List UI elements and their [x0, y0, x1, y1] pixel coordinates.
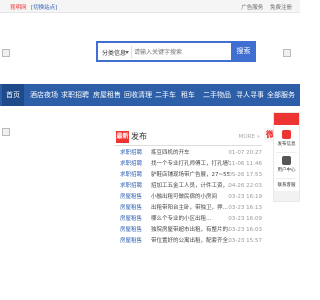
post-title[interactable]: 带位置好的公寓出租，配套齐全…: [151, 236, 229, 247]
top-bar: 昆明网 [切换站点] 广告服务 免费注册: [0, 0, 300, 13]
post-title[interactable]: 哪么个专业的小区出租…: [151, 214, 229, 225]
post-row[interactable]: 房屋租售 出租带阳台主卧，带独卫，押… 03-23 16:13: [114, 203, 262, 214]
top-links: 广告服务 免费注册: [236, 3, 292, 11]
nav-item-car-rental[interactable]: 租车: [181, 84, 195, 106]
post-category[interactable]: 房屋租售: [120, 214, 142, 225]
nav-home[interactable]: 首页: [2, 84, 24, 106]
panel-title: 发布: [131, 132, 147, 141]
post-category[interactable]: 房屋租售: [120, 225, 142, 236]
post-category[interactable]: 求职招聘: [120, 159, 142, 170]
post-row[interactable]: 房屋租售 带位置好的公寓出租，配套齐全… 03-23 15:57: [114, 236, 262, 247]
search-input[interactable]: [134, 46, 228, 58]
post-date: 03-23 16:09: [228, 216, 262, 222]
post-category[interactable]: 求职招聘: [120, 148, 142, 159]
post-title[interactable]: 独院房屋带超市出租，有整片的…: [151, 225, 229, 236]
nav-item-used-car[interactable]: 二手车: [155, 84, 176, 106]
post-title[interactable]: 拣豆四机的开车: [151, 148, 229, 159]
qr-code-image: [283, 49, 291, 57]
post-date: 03-23 16:03: [228, 227, 262, 233]
back-to-top-button[interactable]: [274, 191, 299, 201]
search-button[interactable]: 搜索: [231, 41, 256, 62]
logo-image[interactable]: [2, 49, 10, 57]
post-date: 01-07 20:27: [228, 150, 262, 156]
floating-sidebar: 发布信息 用户中心 联系客服: [273, 112, 300, 202]
sidebar-item-label: 发布信息: [277, 142, 296, 147]
nav-item-recycle[interactable]: 回收清理: [124, 84, 152, 106]
post-date: 03-23 15:57: [228, 238, 262, 244]
post-category[interactable]: 房屋租售: [120, 203, 142, 214]
post-row[interactable]: 求职招聘 驴鞋店铺现场带广告展，27~55… 05-26 17:53: [114, 170, 262, 181]
search-box: 分类信息 搜索: [96, 41, 256, 62]
post-row[interactable]: 房屋租售 独院房屋带超市出租，有整片的… 03-23 16:03: [114, 225, 262, 236]
sidebar-item-post[interactable]: 发布信息: [276, 127, 297, 153]
latest-badge: 最新: [116, 131, 129, 143]
nav-item-housing[interactable]: 房屋租售: [93, 84, 121, 106]
chevron-down-icon[interactable]: [125, 51, 129, 54]
post-title[interactable]: 出租带阳台主卧，带独卫，押…: [151, 203, 229, 214]
post-date: 04-26 22:03: [228, 183, 262, 189]
post-row[interactable]: 求职招聘 拣豆四机的开车 01-07 20:27: [114, 148, 262, 159]
phone-icon[interactable]: [282, 130, 291, 139]
post-row[interactable]: 求职招聘 招加工五金工人员，计件工资，… 04-26 22:03: [114, 181, 262, 192]
nav-item-lost-found[interactable]: 寻人寻事: [236, 84, 264, 106]
post-row[interactable]: 房屋租售 哪么个专业的小区出租… 03-23 16:09: [114, 214, 262, 225]
post-category[interactable]: 求职招聘: [120, 181, 142, 192]
post-category[interactable]: 求职招聘: [120, 170, 142, 181]
post-date: 03-23 16:19: [228, 194, 262, 200]
post-title[interactable]: 小融出租可做民宿的小房间: [151, 192, 229, 203]
register-link[interactable]: 免费注册: [270, 5, 292, 11]
post-date: 03-23 16:13: [228, 205, 262, 211]
main-nav: 首页 酒店夜场 求职招聘 房屋租售 回收清理 二手车 租车 二手物品 寻人寻事 …: [0, 84, 300, 106]
post-category[interactable]: 房屋租售: [120, 236, 142, 247]
nav-item-all-services[interactable]: 全部服务: [267, 84, 295, 106]
panel-header: 最新 发布 MORE »: [114, 128, 262, 146]
nav-item-hotel[interactable]: 酒店夜场: [30, 84, 58, 106]
promo-image[interactable]: [2, 128, 10, 136]
latest-posts-panel: 最新 发布 MORE » 求职招聘 拣豆四机的开车 01-07 20:27 求职招聘…: [114, 128, 262, 300]
post-category[interactable]: 房屋租售: [120, 192, 142, 203]
sidebar-item-label: 用户中心: [277, 168, 296, 173]
post-title[interactable]: 招加工五金工人员，计件工资，…: [151, 181, 229, 192]
more-link[interactable]: MORE »: [239, 134, 260, 140]
ad-service-link[interactable]: 广告服务: [241, 5, 263, 11]
sidebar-header: [274, 113, 299, 125]
post-title[interactable]: 找一个专业打孔师傅工，打孔墙钻。: [151, 159, 229, 170]
post-date: 11-06 11:46: [228, 161, 262, 167]
sidebar-item-user[interactable]: 用户中心: [276, 153, 297, 179]
post-title[interactable]: 驴鞋店铺现场带广告展，27~55…: [151, 170, 229, 181]
promo-image-area[interactable]: [2, 128, 110, 300]
sidebar-item-label: 联系客服: [277, 183, 296, 188]
city-name[interactable]: 昆明网: [10, 3, 27, 11]
search-divider: [131, 46, 132, 58]
post-row[interactable]: 求职招聘找一个专业打孔师傅工，打孔墙钻。11-06 11:46: [114, 159, 262, 170]
switch-site-link[interactable]: [切换站点]: [31, 3, 57, 11]
user-icon[interactable]: [282, 156, 291, 165]
search-category-select[interactable]: 分类信息: [102, 48, 126, 57]
post-date: 05-26 17:53: [228, 172, 262, 178]
nav-item-jobs[interactable]: 求职招聘: [61, 84, 89, 106]
post-row[interactable]: 房屋租售 小融出租可做民宿的小房间 03-23 16:19: [114, 192, 262, 203]
nav-item-used-goods[interactable]: 二手物品: [203, 84, 231, 106]
